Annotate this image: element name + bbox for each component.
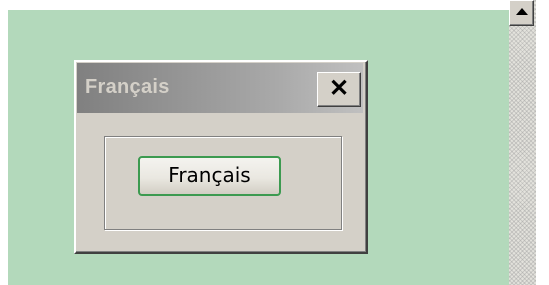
francais-button[interactable]: Français xyxy=(138,156,281,196)
up-arrow-icon xyxy=(516,8,528,15)
dialog-title: Français xyxy=(85,76,170,98)
dialog-group-box: Français xyxy=(104,136,342,230)
dialog-titlebar[interactable]: Français ✕ xyxy=(77,63,363,113)
vertical-scrollbar[interactable] xyxy=(509,0,536,285)
language-dialog: Français ✕ Français xyxy=(74,60,368,254)
close-button[interactable]: ✕ xyxy=(317,72,361,107)
desktop-background: Français ✕ Français xyxy=(8,10,509,285)
scroll-up-button[interactable] xyxy=(509,0,534,26)
close-icon: ✕ xyxy=(328,75,350,102)
